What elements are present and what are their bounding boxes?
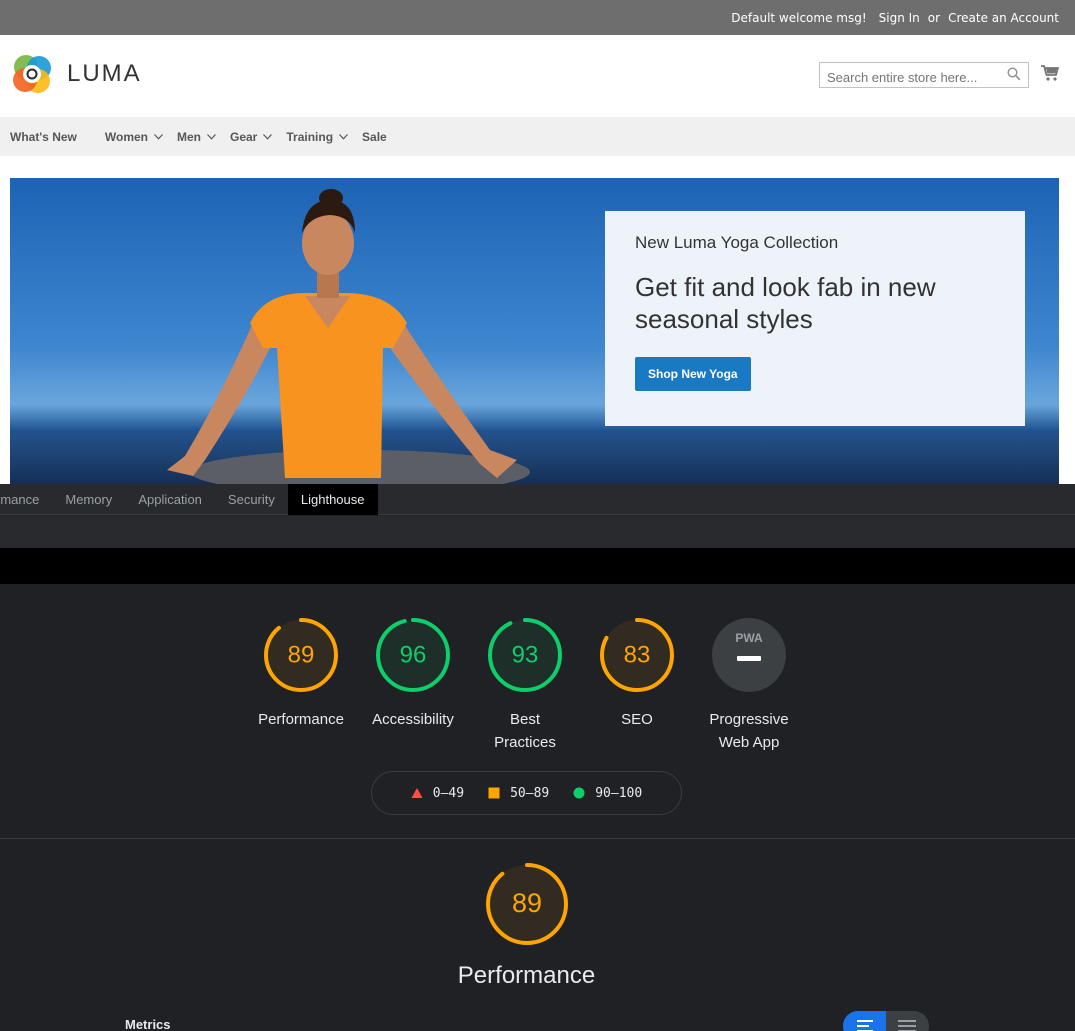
gauge-ring: 89: [264, 618, 338, 692]
gauge-score: 96: [400, 641, 427, 668]
score-legend: 0–49 50–89 90–100: [371, 771, 682, 815]
nav-item-whats-new[interactable]: What's New: [10, 130, 77, 144]
gauge-pwa[interactable]: PWA Progressive Web App: [693, 616, 805, 754]
luma-logo[interactable]: LUMA: [10, 52, 142, 96]
score-gauges: 89 Performance 96 Accessibility 93 Best …: [245, 616, 805, 754]
gauge-ring: 93: [488, 618, 562, 692]
gauge-seo[interactable]: 83 SEO: [581, 616, 693, 754]
nav-item-gear[interactable]: Gear: [230, 129, 273, 144]
sign-in-link[interactable]: Sign In: [879, 11, 920, 25]
nav-item-sale[interactable]: Sale: [362, 130, 387, 144]
gauge-label: Progressive Web App: [709, 711, 789, 751]
legend-fail: 0–49: [411, 786, 464, 801]
gauge-score: 93: [512, 641, 539, 668]
legend-average: 50–89: [488, 786, 549, 801]
cart-icon[interactable]: [1040, 63, 1060, 83]
pwa-badge-icon: PWA: [712, 618, 786, 692]
list-view-button[interactable]: [843, 1011, 886, 1031]
devtools-panel: rmance Memory Application Security Light…: [0, 483, 1075, 1031]
welcome-message: Default welcome msg!: [731, 10, 867, 25]
gauge-label: Performance: [258, 711, 344, 728]
legend-range: 90–100: [595, 785, 643, 801]
legend-pass: 90–100: [573, 786, 642, 801]
category-nav: What's New Women Men Gear Training Sale: [0, 117, 1075, 156]
nav-label: Women: [104, 129, 148, 144]
promo-title: Get fit and look fab in new seasonal sty…: [635, 272, 936, 334]
tab-lighthouse[interactable]: Lighthouse: [287, 483, 378, 515]
square-icon: [488, 787, 500, 799]
create-account-link[interactable]: Create an Account: [948, 11, 1059, 25]
luma-logo-text: LUMA: [67, 60, 142, 87]
tab-memory[interactable]: Memory: [52, 484, 125, 515]
gauge-ring: 96: [376, 618, 450, 692]
metrics-view-toggle: [843, 1011, 929, 1031]
triangle-icon: [411, 788, 423, 798]
gauge-label: SEO: [621, 711, 653, 728]
performance-gauge-large: 89: [486, 863, 568, 945]
tab-application[interactable]: Application: [125, 484, 215, 515]
lighthouse-toolbar: [0, 516, 1075, 548]
chevron-down-icon: [154, 133, 163, 140]
nav-item-men[interactable]: Men: [177, 130, 216, 144]
nav-label: Training: [286, 129, 334, 144]
pwa-badge-text: PWA: [735, 631, 763, 645]
yoga-woman-image: [167, 189, 530, 484]
tab-performance[interactable]: rmance: [0, 484, 52, 515]
lines-icon: [857, 1020, 873, 1031]
section-divider: [0, 838, 1075, 839]
circle-icon: [573, 787, 585, 799]
performance-title: Performance: [457, 962, 596, 989]
gauge-label: Accessibility: [372, 711, 454, 728]
chevron-down-icon: [207, 133, 216, 140]
promo-card: New Luma Yoga Collection Get fit and loo…: [605, 211, 1025, 426]
devtools-tabs: rmance Memory Application Security Light…: [0, 483, 1075, 515]
store-header: LUMA: [0, 35, 1075, 117]
legend-range: 0–49: [432, 785, 465, 801]
expanded-view-button[interactable]: [886, 1011, 929, 1031]
gauge-score: 83: [624, 641, 651, 668]
nav-item-women[interactable]: Women: [105, 130, 163, 144]
shop-new-yoga-button[interactable]: Shop New Yoga: [635, 357, 751, 391]
gauge-accessibility[interactable]: 96 Accessibility: [357, 616, 469, 754]
lines-icon: [898, 1020, 916, 1031]
report-topbar: [0, 548, 1075, 584]
nav-label: Men: [177, 129, 201, 144]
tab-security[interactable]: Security: [215, 484, 288, 515]
gauge-score: 89: [512, 888, 542, 918]
promo-subtitle: New Luma Yoga Collection: [635, 233, 839, 252]
gauge-label: Best Practices: [494, 711, 556, 751]
nav-label: Gear: [230, 129, 258, 144]
gauge-ring: 83: [600, 618, 674, 692]
store-top-bar: Default welcome msg! Sign In or Create a…: [0, 0, 1075, 35]
search-icon[interactable]: [1007, 67, 1021, 81]
nav-item-training[interactable]: Training: [286, 130, 348, 144]
gauge-score: 89: [288, 641, 315, 668]
nav-label: What's New: [10, 129, 77, 144]
metrics-label: Metrics: [125, 1017, 171, 1031]
search-input[interactable]: [819, 62, 1029, 88]
chevron-down-icon: [263, 133, 273, 140]
hero-banner[interactable]: New Luma Yoga Collection Get fit and loo…: [10, 178, 1059, 484]
gauge-best-practices[interactable]: 93 Best Practices: [469, 616, 581, 754]
or-text: or: [927, 10, 941, 25]
luma-logo-icon: [13, 55, 51, 93]
nav-label: Sale: [362, 129, 387, 144]
legend-range: 50–89: [510, 785, 550, 801]
chevron-down-icon: [339, 133, 348, 140]
gauge-performance[interactable]: 89 Performance: [245, 616, 357, 754]
